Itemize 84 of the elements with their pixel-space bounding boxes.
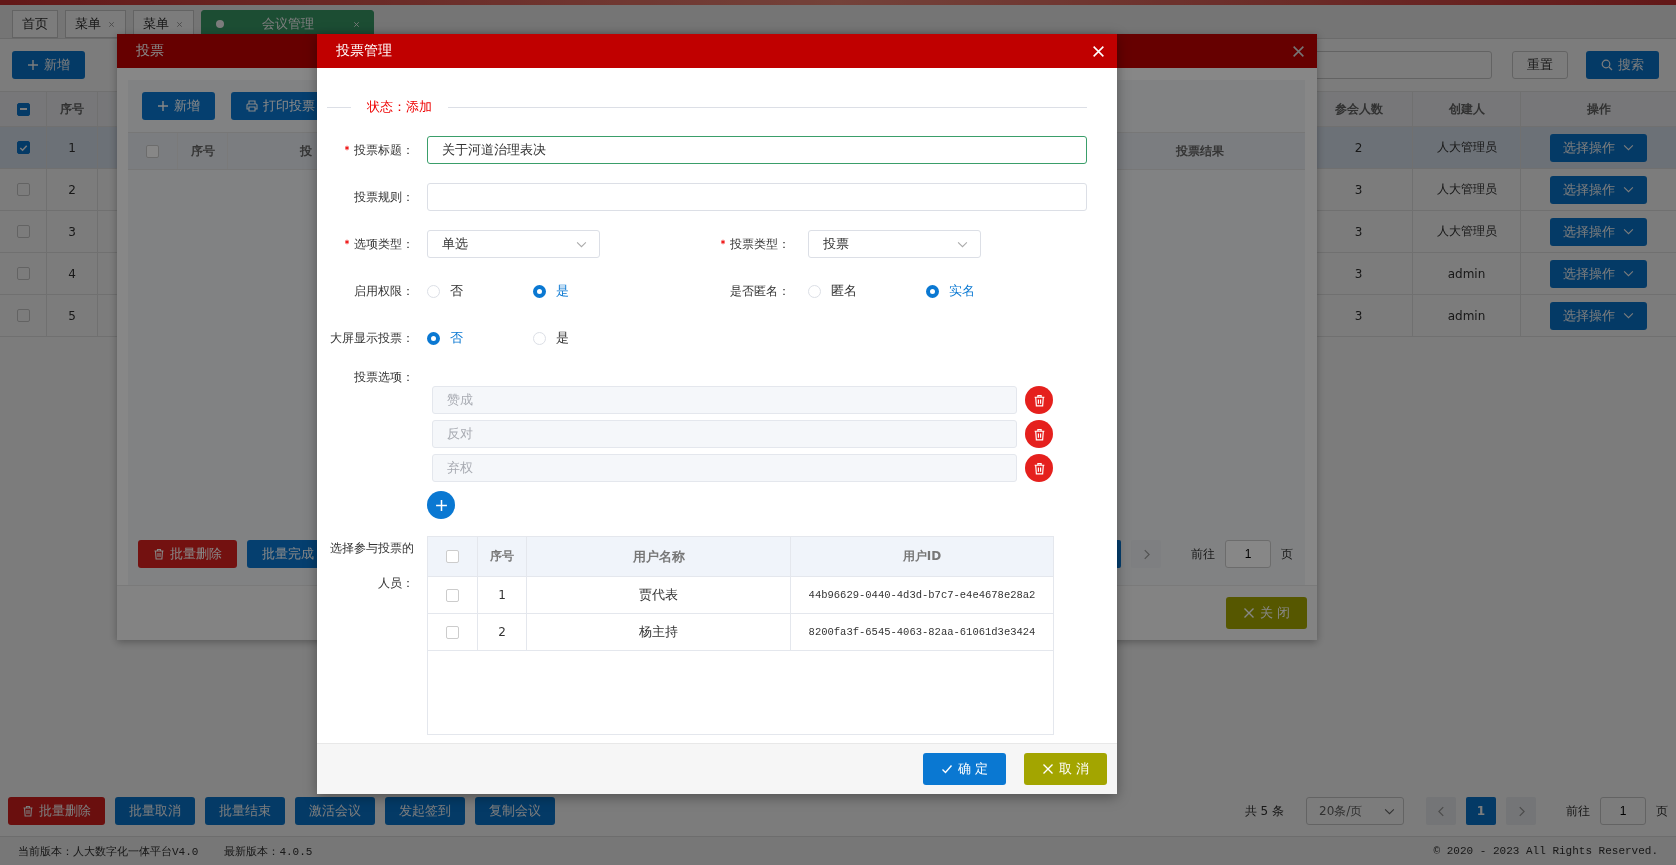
field-label: 投票标题： bbox=[327, 141, 414, 159]
table-cell: 人大管理员 bbox=[1436, 223, 1497, 240]
action-dropdown-button[interactable]: 选择操作 bbox=[1550, 301, 1647, 330]
total-count: 共 5 条 bbox=[1244, 802, 1284, 820]
search-button[interactable]: 搜索 bbox=[1586, 51, 1659, 79]
action-dropdown-button[interactable]: 选择操作 bbox=[1550, 133, 1647, 162]
table-cell: 44b96629-0440-4d3d-b7c7-e4e4678e28a2 bbox=[808, 589, 1036, 601]
bulk-action-button[interactable]: 复制会议 bbox=[475, 797, 555, 825]
cancel-button[interactable]: 取 消 bbox=[1023, 753, 1107, 785]
page-size-select[interactable]: 20条/页 bbox=[1306, 797, 1404, 825]
action-dropdown-button[interactable]: 选择操作 bbox=[1550, 217, 1647, 246]
radio-option[interactable]: 是 bbox=[533, 329, 639, 347]
radio-option[interactable]: 否 bbox=[427, 329, 533, 347]
action-dropdown-button[interactable]: 选择操作 bbox=[1550, 259, 1647, 288]
table-cell: 4 bbox=[68, 266, 76, 281]
table-cell: 3 bbox=[1354, 182, 1363, 197]
status-legend: 状态：添加 bbox=[351, 98, 448, 116]
table-cell: 3 bbox=[1354, 266, 1363, 281]
bulk-action-button[interactable]: 发起签到 bbox=[385, 797, 465, 825]
field-label: 大屏显示投票： bbox=[329, 329, 414, 347]
copyright-text: © 2020 - 2023 All Rights Reserved. bbox=[1433, 845, 1658, 857]
page-input[interactable]: 1 bbox=[1225, 540, 1271, 568]
column-header: 操作 bbox=[1585, 100, 1612, 118]
toolbar-button[interactable]: 新增 bbox=[142, 92, 215, 120]
page-button[interactable]: 1 bbox=[1466, 797, 1496, 825]
table-cell: 1 bbox=[68, 140, 76, 155]
reset-button[interactable]: 重置 bbox=[1512, 51, 1568, 79]
column-header: 序号 bbox=[478, 537, 527, 576]
field-label: 投票类型： bbox=[700, 235, 790, 253]
bulk-action-button[interactable]: 批量取消 bbox=[115, 797, 195, 825]
table-cell: 2 bbox=[68, 182, 76, 197]
radio-option[interactable]: 否 bbox=[427, 282, 533, 300]
radio-option[interactable]: 是 bbox=[533, 282, 639, 300]
table-cell: 3 bbox=[1354, 224, 1363, 239]
table-cell: 3 bbox=[1354, 308, 1363, 323]
table-cell: admin bbox=[1447, 266, 1486, 281]
table-cell: 杨主持 bbox=[639, 623, 678, 641]
title-field[interactable]: 关于河道治理表决 bbox=[427, 136, 1087, 164]
column-header: 投 bbox=[300, 142, 312, 160]
table-cell: admin bbox=[1447, 308, 1486, 323]
column-header: 序号 bbox=[178, 133, 228, 169]
table-cell: 2 bbox=[498, 625, 506, 639]
field-label: 是否匿名： bbox=[729, 282, 790, 300]
select-field[interactable]: 投票 bbox=[808, 230, 981, 258]
bulk-action-button[interactable]: 激活会议 bbox=[295, 797, 375, 825]
field-label: 投票规则： bbox=[353, 188, 414, 206]
column-header: 用户名称 bbox=[527, 537, 791, 576]
current-version-text: 当前版本：人大数字化一体平台V4.0 bbox=[18, 844, 199, 859]
add-button[interactable]: 新增 bbox=[12, 51, 85, 79]
table-cell: 1 bbox=[498, 588, 506, 602]
select-field[interactable]: 单选 bbox=[427, 230, 600, 258]
column-header: 投票结果 bbox=[1175, 142, 1225, 160]
table-cell: 8200fa3f-6545-4063-82aa-61061d3e3424 bbox=[808, 626, 1036, 638]
table-cell: 人大管理员 bbox=[1436, 181, 1497, 198]
column-header: 序号 bbox=[47, 92, 98, 126]
page-unit-label: 页 bbox=[1281, 545, 1293, 563]
table-cell: 2 bbox=[1354, 140, 1363, 155]
column-header: 创建人 bbox=[1413, 92, 1521, 126]
bulk-action-button[interactable]: 批量删除 bbox=[138, 540, 237, 568]
page-input[interactable]: 1 bbox=[1600, 797, 1646, 825]
dialog-title: 投票 bbox=[136, 42, 164, 60]
field-label: 选择参与投票的人员： bbox=[329, 540, 414, 592]
field-label: 投票选项： bbox=[353, 369, 414, 386]
bulk-action-button[interactable]: 批量结束 bbox=[205, 797, 285, 825]
table-cell: 人大管理员 bbox=[1436, 139, 1497, 156]
field-label: 选项类型： bbox=[327, 235, 414, 253]
field-label: 启用权限： bbox=[353, 282, 414, 300]
table-cell: 3 bbox=[68, 224, 76, 239]
table-cell: 贾代表 bbox=[639, 586, 678, 604]
column-header: 用户ID bbox=[901, 548, 943, 565]
goto-label: 前往 bbox=[1191, 545, 1215, 563]
page-unit-label: 页 bbox=[1656, 802, 1668, 820]
action-dropdown-button[interactable]: 选择操作 bbox=[1550, 175, 1647, 204]
close-dialog-button[interactable]: 关 闭 bbox=[1225, 597, 1307, 629]
bulk-action-button[interactable]: 批量删除 bbox=[8, 797, 105, 825]
latest-version-text: 最新版本：4.0.5 bbox=[224, 844, 313, 859]
goto-label: 前往 bbox=[1566, 802, 1590, 820]
modal-title: 投票管理 bbox=[336, 42, 392, 60]
table-cell: 5 bbox=[68, 308, 76, 323]
tab[interactable]: 菜单 bbox=[65, 10, 126, 38]
radio-option[interactable]: 实名 bbox=[926, 282, 1044, 300]
confirm-button[interactable]: 确 定 bbox=[922, 753, 1006, 785]
tab[interactable]: 首页 bbox=[12, 10, 58, 38]
radio-option[interactable]: 匿名 bbox=[808, 282, 926, 300]
